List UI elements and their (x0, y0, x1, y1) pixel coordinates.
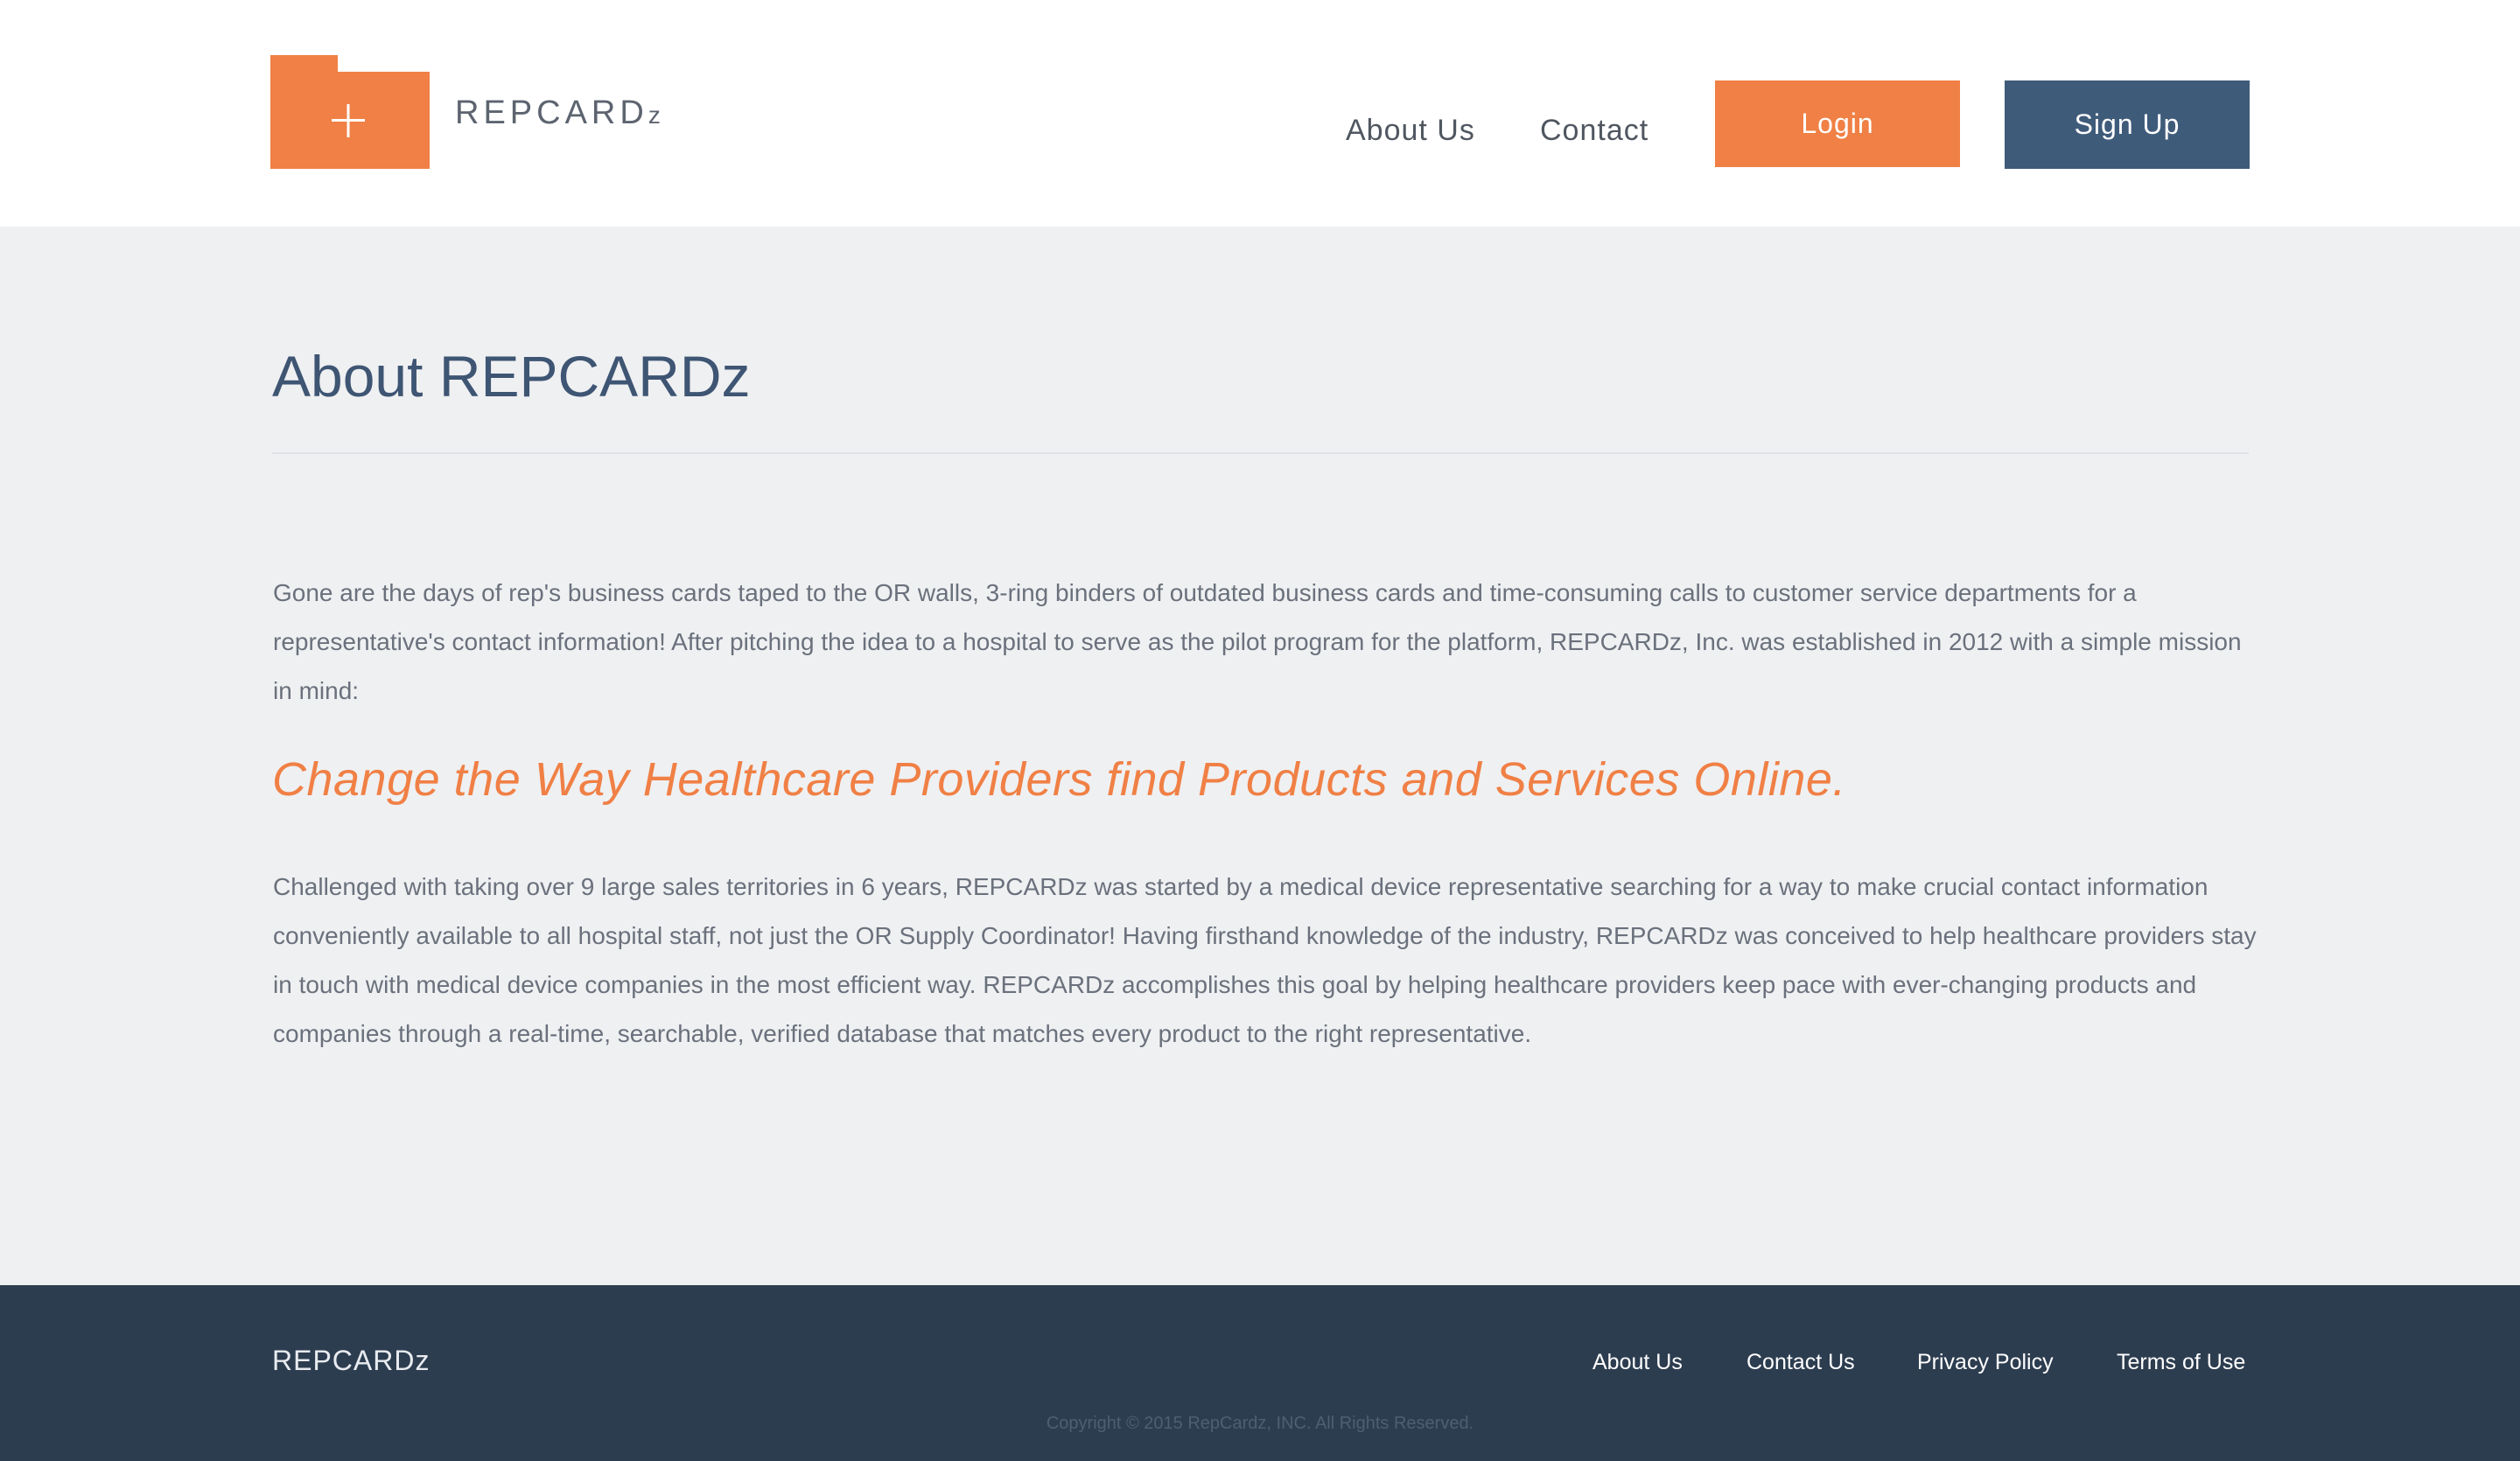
mission-statement: Change the Way Healthcare Providers find… (272, 753, 1846, 806)
intro-paragraph: Gone are the days of rep's business card… (273, 579, 2242, 704)
footer-link-terms-of-use[interactable]: Terms of Use (2117, 1352, 2245, 1374)
folder-plus-icon[interactable] (270, 55, 430, 169)
footer-link-contact-us[interactable]: Contact Us (1746, 1352, 1855, 1374)
sign-up-button[interactable]: Sign Up (2005, 80, 2250, 169)
copyright-text: Copyright © 2015 RepCardz, INC. All Righ… (1046, 1414, 1474, 1433)
site-footer: REPCARDz About Us Contact Us Privacy Pol… (0, 1285, 2520, 1461)
footer-link-about-us[interactable]: About Us (1592, 1352, 1683, 1374)
logo-wordmark-suffix: z (648, 101, 663, 129)
history-paragraph: Challenged with taking over 9 large sale… (273, 873, 2257, 1047)
login-button[interactable]: Login (1715, 80, 1960, 167)
page-title: About REPCARDz (272, 344, 751, 409)
logo-wordmark[interactable]: REPCARDz (455, 96, 663, 129)
sign-up-button-label: Sign Up (2074, 108, 2180, 140)
title-divider (272, 452, 2249, 454)
nav-about-us[interactable]: About Us (1346, 115, 1475, 145)
nav-contact[interactable]: Contact (1540, 115, 1648, 145)
footer-brand[interactable]: REPCARDz (272, 1346, 430, 1374)
login-button-label: Login (1801, 108, 1874, 139)
footer-link-privacy-policy[interactable]: Privacy Policy (1917, 1352, 2054, 1374)
site-header: REPCARDz About Us Contact Login Sign Up (0, 0, 2520, 227)
logo-wordmark-main: REPCARD (455, 94, 648, 131)
